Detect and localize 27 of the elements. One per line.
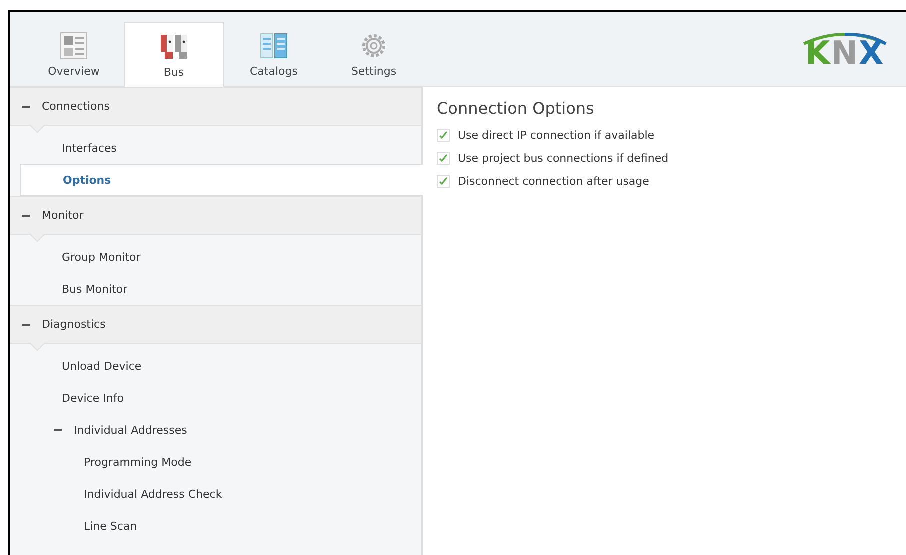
tab[interactable]: Bus xyxy=(124,22,224,87)
checkbox[interactable] xyxy=(437,129,450,142)
section-header[interactable]: Diagnostics xyxy=(10,305,421,344)
sidebar-item[interactable]: Programming Mode xyxy=(20,446,421,478)
sidebar-item[interactable]: Individual Address Check xyxy=(20,478,421,510)
sidebar-item[interactable]: Interfaces xyxy=(20,132,421,164)
section-header[interactable]: Monitor xyxy=(10,196,421,235)
sidebar-item[interactable]: Bus Monitor xyxy=(20,273,421,305)
sidebar-item[interactable]: Group Monitor xyxy=(20,241,421,273)
checkbox-label: Use project bus connections if defined xyxy=(458,152,669,165)
tab[interactable]: Settings xyxy=(324,22,424,86)
sidebar-item[interactable]: Line Scan xyxy=(20,510,421,542)
sidebar-item[interactable]: Device Info xyxy=(20,382,421,414)
logo: KNX xyxy=(802,32,888,69)
sidebar-item[interactable]: Options xyxy=(20,164,423,196)
checkbox-label: Use direct IP connection if available xyxy=(458,129,655,142)
sidebar-item[interactable]: Unload Device xyxy=(20,350,421,382)
checkbox-label: Disconnect connection after usage xyxy=(458,175,650,188)
checkbox[interactable] xyxy=(437,175,450,188)
document-icon xyxy=(59,30,89,60)
book-icon xyxy=(259,30,289,60)
section-header[interactable]: Connections xyxy=(10,87,421,126)
sidebar-item[interactable]: Individual Addresses xyxy=(20,414,421,446)
section-title: Connection Options xyxy=(437,99,596,118)
checkbox[interactable] xyxy=(437,152,450,165)
tab[interactable]: Catalogs xyxy=(224,22,324,86)
tab[interactable]: Overview xyxy=(24,22,124,86)
